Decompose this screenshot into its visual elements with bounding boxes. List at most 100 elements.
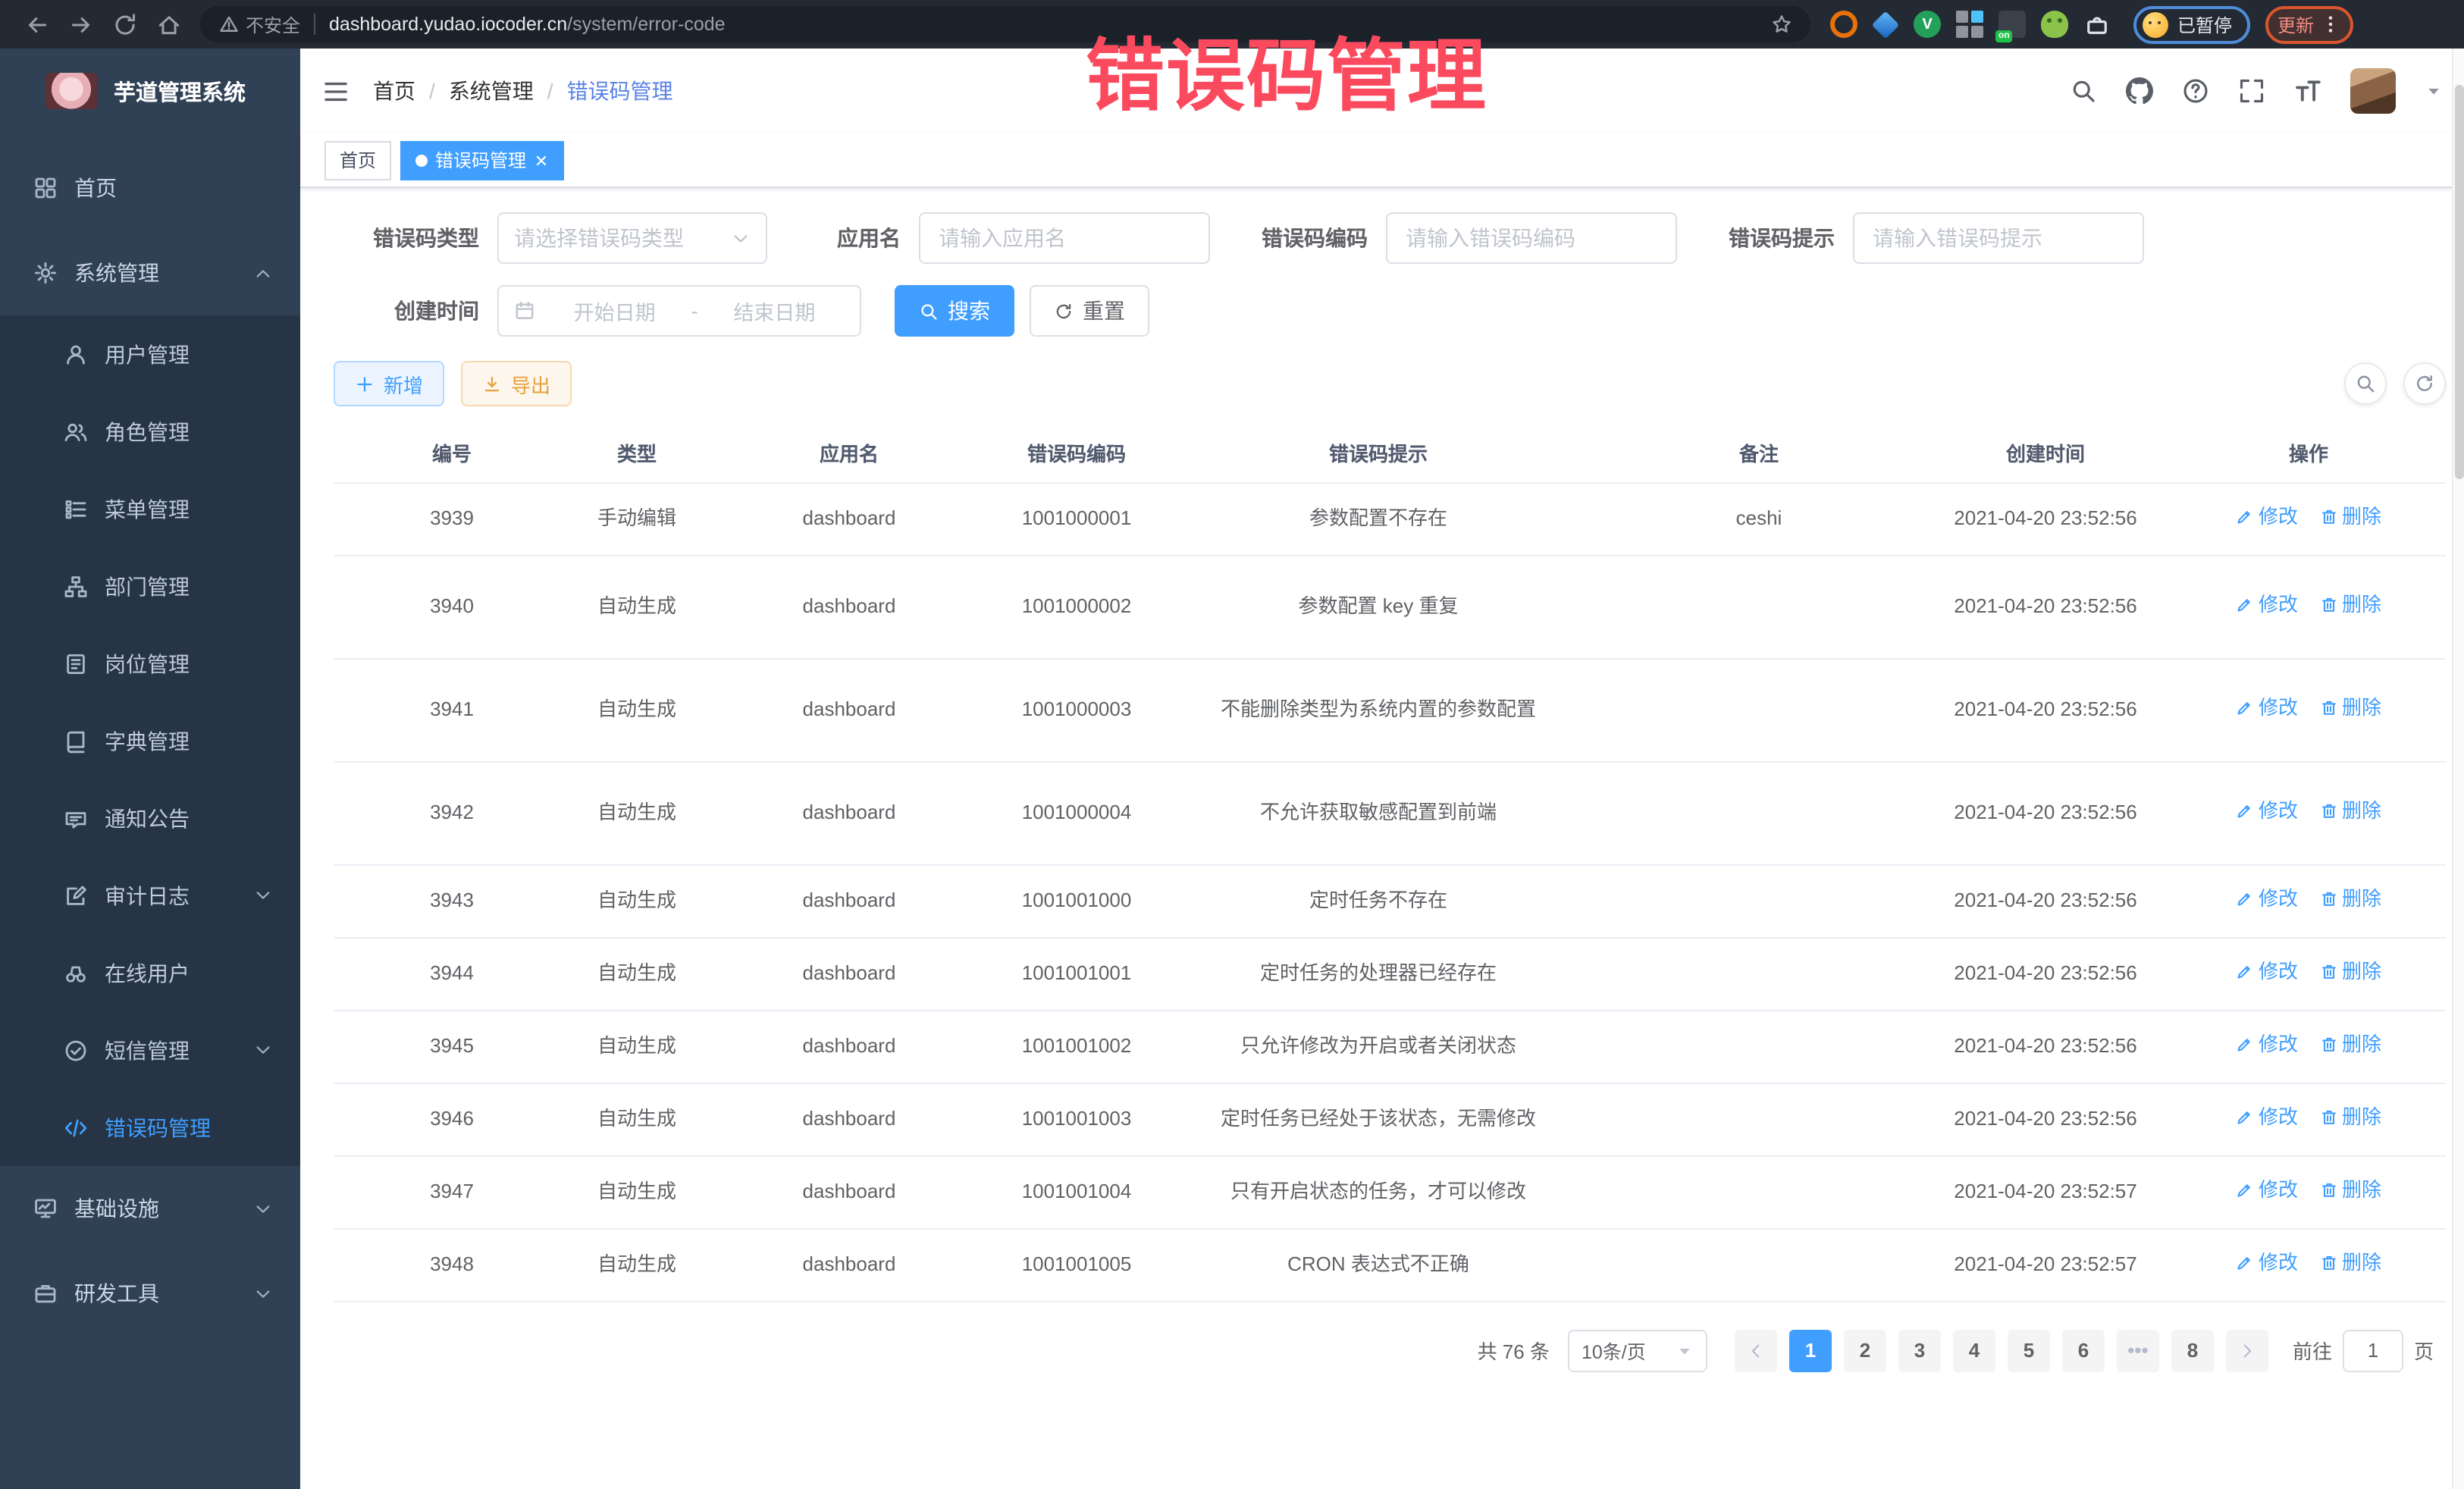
extension-green-droid-icon[interactable] (2041, 11, 2068, 38)
delete-link[interactable]: 删除 (2319, 590, 2381, 620)
sidebar-item-字典管理[interactable]: 字典管理 (0, 702, 300, 779)
chevron-down-icon (731, 228, 751, 248)
browser-forward-icon[interactable] (68, 11, 94, 37)
view-tag-错误码管理[interactable]: 错误码管理 (400, 140, 564, 180)
page-button-1[interactable]: 1 (1789, 1329, 1832, 1371)
delete-link[interactable]: 删除 (2319, 1248, 2381, 1278)
help-icon[interactable] (2182, 77, 2209, 105)
github-icon[interactable] (2126, 77, 2153, 105)
filter-input-错误码编码[interactable] (1386, 212, 1677, 264)
edit-link[interactable]: 修改 (2236, 693, 2298, 723)
edit-link[interactable]: 修改 (2236, 1175, 2298, 1205)
next-page-button[interactable] (2226, 1329, 2268, 1371)
cell-type: 自动生成 (570, 658, 704, 761)
sidebar-item-基础设施[interactable]: 基础设施 (0, 1166, 300, 1251)
window-scrollbar[interactable] (2452, 49, 2464, 1489)
sidebar-item-岗位管理[interactable]: 岗位管理 (0, 625, 300, 702)
cell-message: 不允许获取敏感配置到前端 (1158, 761, 1598, 864)
user-avatar[interactable] (2350, 68, 2396, 114)
browser-back-icon[interactable] (24, 11, 50, 37)
page-button-5[interactable]: 5 (2008, 1329, 2050, 1371)
hamburger-icon[interactable] (321, 77, 350, 105)
delete-link[interactable]: 删除 (2319, 1102, 2381, 1133)
sidebar-logo-row[interactable]: 芋道管理系统 (0, 49, 300, 133)
edit-link[interactable]: 修改 (2236, 1248, 2298, 1278)
extension-switch-icon[interactable]: on (1998, 11, 2026, 38)
browser-update-button[interactable]: 更新 (2265, 5, 2353, 43)
search-icon[interactable] (2070, 77, 2097, 105)
filter-input-应用名[interactable] (919, 212, 1210, 264)
filter-input-错误码提示[interactable] (1853, 212, 2144, 264)
delete-link[interactable]: 删除 (2319, 796, 2381, 826)
delete-link[interactable]: 删除 (2319, 884, 2381, 914)
sidebar-item-系统管理[interactable]: 系统管理 (0, 230, 300, 315)
sidebar-item-在线用户[interactable]: 在线用户 (0, 934, 300, 1011)
table-row-3944: 3944自动生成dashboard1001001001定时任务的处理器已经存在2… (334, 937, 2446, 1010)
select-placeholder: 请选择错误码类型 (514, 223, 684, 253)
sidebar-item-用户管理[interactable]: 用户管理 (0, 315, 300, 393)
browser-home-icon[interactable] (156, 11, 182, 37)
date-range-picker[interactable]: 开始日期 - 结束日期 (497, 285, 861, 337)
sidebar-item-审计日志[interactable]: 审计日志 (0, 857, 300, 934)
extension-orange-ring-icon[interactable] (1830, 11, 1857, 38)
cell-type: 自动生成 (570, 1155, 704, 1228)
address-bar[interactable]: 不安全 dashboard.yudao.iocoder.cn/system/er… (200, 6, 1810, 42)
table-row-3941: 3941自动生成dashboard1001000003不能删除类型为系统内置的参… (334, 658, 2446, 761)
edit-link[interactable]: 修改 (2236, 1102, 2298, 1133)
scrollbar-thumb[interactable] (2455, 85, 2464, 479)
delete-link[interactable]: 删除 (2319, 502, 2381, 532)
edit-link[interactable]: 修改 (2236, 590, 2298, 620)
browser-profile-chip[interactable]: 已暂停 (2133, 5, 2250, 43)
sidebar-item-通知公告[interactable]: 通知公告 (0, 779, 300, 857)
extensions-puzzle-icon[interactable] (2083, 11, 2111, 38)
security-label[interactable]: 不安全 (246, 11, 300, 37)
breadcrumb-item[interactable]: 首页 (373, 76, 415, 106)
browser-reload-icon[interactable] (112, 11, 138, 37)
extension-grid-icon[interactable] (1956, 11, 1983, 38)
sidebar-item-短信管理[interactable]: 短信管理 (0, 1011, 300, 1089)
sidebar-item-菜单管理[interactable]: 菜单管理 (0, 470, 300, 547)
prev-page-button[interactable] (1735, 1329, 1777, 1371)
fullscreen-icon[interactable] (2238, 77, 2265, 105)
delete-link[interactable]: 删除 (2319, 1175, 2381, 1205)
add-button[interactable]: 新增 (334, 361, 444, 406)
extension-blue-gem-icon[interactable] (1872, 11, 1900, 39)
delete-link[interactable]: 删除 (2319, 693, 2381, 723)
page-button-6[interactable]: 6 (2062, 1329, 2105, 1371)
page-button-8[interactable]: 8 (2171, 1329, 2214, 1371)
edit-link[interactable]: 修改 (2236, 1030, 2298, 1060)
edit-link[interactable]: 修改 (2236, 502, 2298, 532)
reset-button[interactable]: 重置 (1030, 285, 1149, 337)
delete-link[interactable]: 删除 (2319, 1030, 2381, 1060)
view-tag-首页[interactable]: 首页 (324, 140, 391, 180)
avatar-caret-icon[interactable] (2425, 82, 2443, 100)
goto-page-input[interactable] (2343, 1329, 2403, 1371)
page-ellipsis-icon[interactable]: ••• (2117, 1329, 2159, 1371)
security-warning-icon[interactable] (218, 14, 240, 35)
filter-select-错误码类型[interactable]: 请选择错误码类型 (497, 212, 767, 264)
bookmark-star-icon[interactable] (1771, 14, 1792, 35)
edit-link[interactable]: 修改 (2236, 884, 2298, 914)
edit-link[interactable]: 修改 (2236, 957, 2298, 987)
page-button-4[interactable]: 4 (1953, 1329, 1995, 1371)
cell-created-time: 2021-04-20 23:52:56 (1920, 1083, 2171, 1155)
sidebar-item-角色管理[interactable]: 角色管理 (0, 393, 300, 470)
sidebar-item-研发工具[interactable]: 研发工具 (0, 1251, 300, 1336)
page-size-select[interactable]: 10条/页 (1568, 1329, 1707, 1371)
close-icon[interactable] (534, 152, 549, 168)
browser-menu-icon[interactable] (2320, 14, 2341, 35)
show-search-toggle-button[interactable] (2344, 362, 2387, 405)
text-size-icon[interactable] (2294, 77, 2321, 105)
sidebar-item-错误码管理[interactable]: 错误码管理 (0, 1089, 300, 1166)
breadcrumb-item[interactable]: 系统管理 (449, 76, 534, 106)
page-button-2[interactable]: 2 (1844, 1329, 1886, 1371)
edit-link[interactable]: 修改 (2236, 796, 2298, 826)
sidebar-item-首页[interactable]: 首页 (0, 146, 300, 230)
search-button[interactable]: 搜索 (895, 285, 1014, 337)
sidebar-item-部门管理[interactable]: 部门管理 (0, 547, 300, 625)
extension-green-check-icon[interactable]: V (1914, 11, 1941, 38)
refresh-table-button[interactable] (2403, 362, 2446, 405)
page-button-3[interactable]: 3 (1898, 1329, 1941, 1371)
export-button[interactable]: 导出 (461, 361, 572, 406)
delete-link[interactable]: 删除 (2319, 957, 2381, 987)
